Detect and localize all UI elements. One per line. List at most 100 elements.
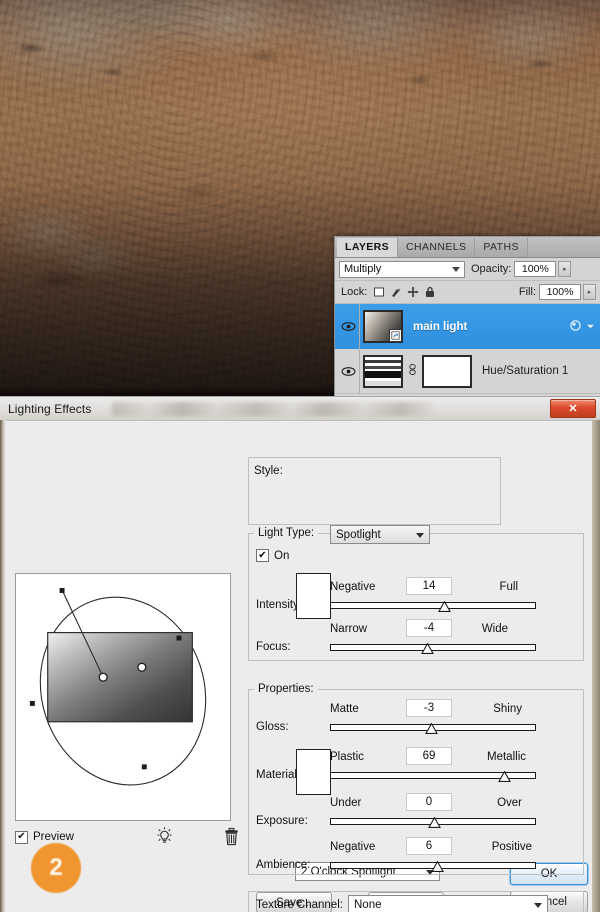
material-label: Material: [256,769,300,781]
lock-label: Lock: [341,286,367,298]
close-icon[interactable]: ✕ [550,399,596,418]
light-color-swatch[interactable] [296,573,331,619]
material-value-input[interactable]: 69 [406,747,452,765]
light-type-legend: Light Type: [254,527,318,539]
exposure-label: Exposure: [256,815,308,827]
layer-thumbnail[interactable] [363,310,403,343]
opacity-stepper[interactable]: ▸ [558,261,571,277]
opacity-label: Opacity: [471,263,511,275]
chevron-down-icon [416,533,424,538]
material-max-label: Metallic [487,751,526,763]
table-row[interactable]: main light [335,304,600,349]
blend-mode-row: Multiply Opacity: 100% ▸ [335,258,600,281]
exposure-max-label: Over [497,797,522,809]
step-badge: 2 [31,843,81,893]
light-on-checkbox[interactable]: ✔ [256,549,269,562]
preview-checkbox[interactable]: ✔ [15,831,28,844]
screenshot-root: LAYERS CHANNELS PATHS Multiply Opacity: … [0,0,600,912]
focus-min-label: Narrow [330,623,367,635]
layer-mask-link-icon[interactable] [407,363,418,379]
chevron-down-icon [534,903,542,908]
lock-transparent-pixels-icon[interactable] [373,286,385,298]
layers-panel: LAYERS CHANNELS PATHS Multiply Opacity: … [334,236,600,404]
dialog-body: ✔ Preview [0,421,600,912]
fill-stepper[interactable]: ▸ [583,284,596,300]
material-min-label: Plastic [330,751,364,763]
fill-label: Fill: [519,286,536,298]
material-color-swatch[interactable] [296,749,331,795]
texture-channel-select[interactable]: None [348,895,548,912]
eye-icon [341,321,356,332]
layer-visibility-toggle[interactable] [338,349,360,393]
ambience-label: Ambience: [256,859,310,871]
blend-mode-select[interactable]: Multiply [339,261,465,278]
preview-svg [16,574,230,820]
lock-icon-group [373,286,436,298]
blend-mode-value: Multiply [344,263,381,275]
style-group-box [248,457,501,525]
gloss-slider-thumb[interactable] [425,723,438,734]
lock-row: Lock: Fill: 100% ▸ [335,281,600,304]
dialog-title: Lighting Effects [8,402,91,416]
properties-legend: Properties: [254,683,318,695]
ambience-slider-row: Ambience: Negative Positive 6 [248,837,584,879]
fill-input[interactable]: 100% [539,284,581,300]
ambience-slider-thumb[interactable] [431,861,444,872]
intensity-slider-thumb[interactable] [438,601,451,612]
table-row[interactable]: Hue/Saturation 1 [335,349,600,394]
light-type-value: Spotlight [336,529,381,541]
ambience-value-input[interactable]: 6 [406,837,452,855]
lighting-preview-canvas[interactable] [15,573,231,821]
tab-paths[interactable]: PATHS [475,238,527,257]
focus-value-input[interactable]: -4 [406,619,452,637]
material-slider-thumb[interactable] [498,771,511,782]
trash-icon[interactable] [223,826,241,848]
ambience-min-label: Negative [330,841,375,853]
light-bulb-icon[interactable] [155,826,175,848]
intensity-max-label: Full [499,581,518,593]
exposure-slider-thumb[interactable] [428,817,441,828]
lock-position-icon[interactable] [407,286,419,298]
lock-all-icon[interactable] [424,286,436,298]
gloss-value-input[interactable]: -3 [406,699,452,717]
focus-slider-thumb[interactable] [421,643,434,654]
layer-visibility-toggle[interactable] [338,304,360,349]
focus-slider-row: Focus: Narrow Wide -4 [248,619,584,661]
style-label: Style: [254,465,283,477]
focus-label: Focus: [256,641,291,653]
ambience-max-label: Positive [492,841,532,853]
intensity-value-input[interactable]: 14 [406,577,452,595]
gloss-slider-row: Gloss: Matte Shiny -3 [248,699,584,741]
left-window-edge [0,420,6,912]
exposure-min-label: Under [330,797,361,809]
layer-mask-thumbnail[interactable] [422,355,472,388]
light-on-row: ✔ On [256,549,289,562]
intensity-min-label: Negative [330,581,375,593]
opacity-input[interactable]: 100% [514,261,556,277]
gloss-min-label: Matte [330,703,359,715]
smart-object-badge-icon [389,329,402,342]
exposure-value-input[interactable]: 0 [406,793,452,811]
dialog-titlebar[interactable]: Lighting Effects ✕ [0,397,600,421]
preview-label: Preview [33,831,74,843]
layer-row-right-icons [569,319,595,335]
blurred-background-text [112,402,432,416]
light-on-label: On [274,550,289,562]
gloss-max-label: Shiny [493,703,522,715]
chevron-down-icon[interactable] [586,321,595,333]
light-type-select[interactable]: Spotlight [330,525,430,544]
layer-effects-icon[interactable] [569,319,582,335]
right-window-edge [592,420,600,912]
texture-channel-label: Texture Channel: [256,899,343,911]
intensity-slider-track[interactable] [330,602,536,609]
tab-channels[interactable]: CHANNELS [398,238,475,257]
layers-panel-tabstrip: LAYERS CHANNELS PATHS [335,237,600,258]
eye-icon [341,366,356,377]
lock-image-pixels-icon[interactable] [390,286,402,298]
adjustment-layer-thumbnail[interactable] [363,355,403,388]
gloss-label: Gloss: [256,721,289,733]
lighting-effects-dialog: Lighting Effects ✕ [0,396,600,912]
layer-name: main light [413,321,467,333]
tab-layers[interactable]: LAYERS [337,237,398,257]
chevron-down-icon [452,267,460,272]
